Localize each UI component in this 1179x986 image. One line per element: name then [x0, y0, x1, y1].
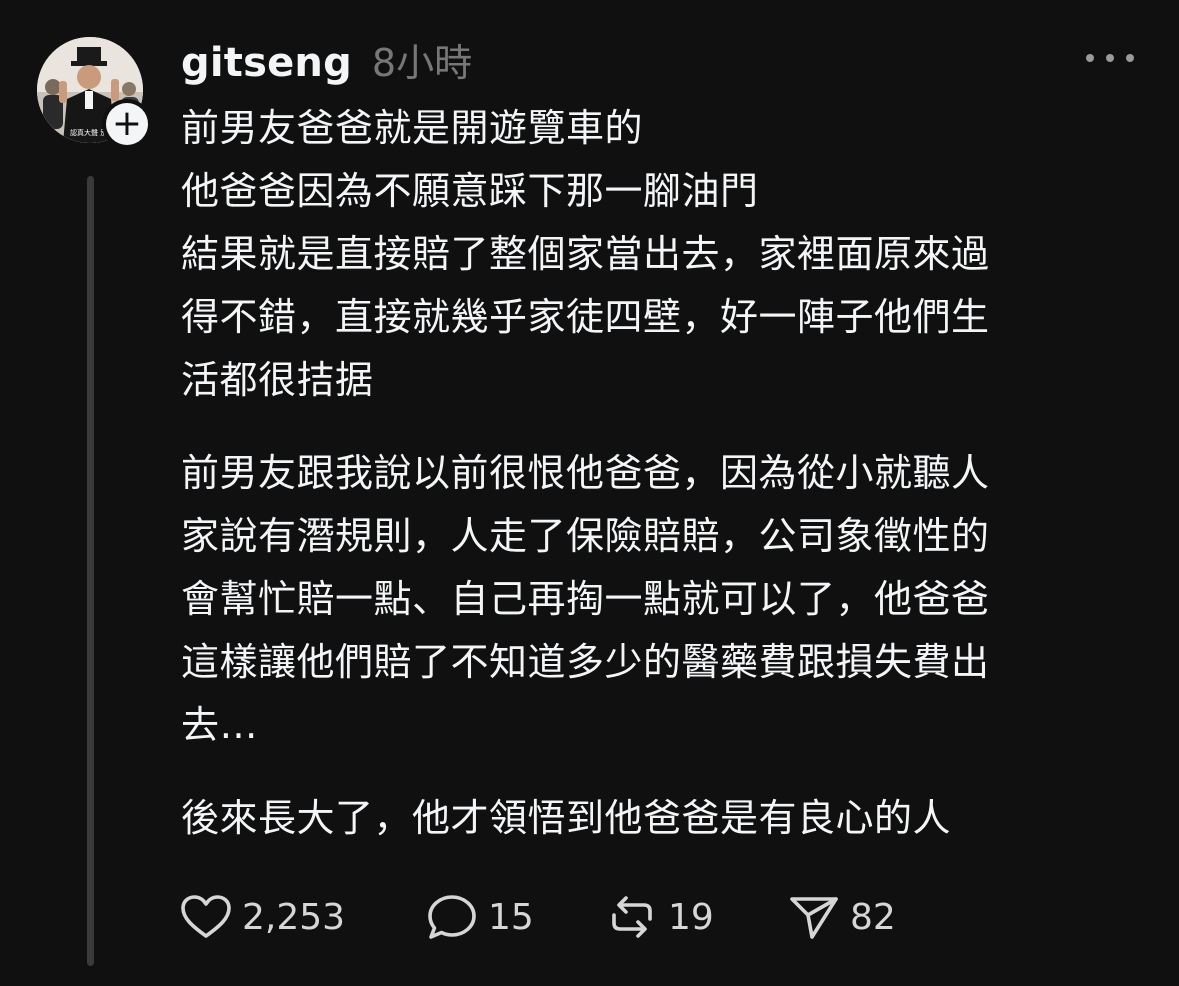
paragraph: 前男友爸爸就是開遊覽車的 他爸爸因為不願意踩下那一腳油門 結果就是直接賠了整個家…	[181, 97, 1136, 412]
reply-button[interactable]: 15	[426, 893, 606, 941]
repost-count: 19	[668, 896, 714, 938]
text-line: 前男友跟我說以前很恨他爸爸，因為從小就聽人	[181, 451, 990, 495]
repost-arrows-icon	[612, 896, 652, 938]
heart-icon	[181, 895, 231, 938]
speech-bubble-icon	[428, 895, 476, 939]
post-body: 前男友爸爸就是開遊覽車的 他爸爸因為不願意踩下那一腳油門 結果就是直接賠了整個家…	[181, 97, 1136, 850]
paragraph: 後來長大了，他才領悟到他爸爸是有良心的人	[181, 787, 1136, 850]
paper-plane-icon	[790, 897, 838, 939]
plus-icon: +	[106, 103, 148, 145]
text-line: 去…	[181, 703, 259, 747]
username[interactable]: gitseng	[181, 40, 352, 86]
more-dots-icon[interactable]	[1086, 44, 1134, 72]
dot	[1086, 54, 1094, 62]
text-line: 他爸爸因為不願意踩下那一腳油門	[181, 169, 759, 213]
like-button[interactable]: 2,253	[180, 894, 426, 940]
text-line: 得不錯，直接就幾乎家徒四壁，好一陣子他們生	[181, 295, 990, 339]
text-line: 活都很拮据	[181, 358, 374, 402]
post-header: gitseng 8小時	[181, 32, 472, 88]
text-line: 前男友爸爸就是開遊覽車的	[181, 106, 644, 150]
repost-button[interactable]: 19	[606, 893, 788, 941]
share-button[interactable]: 82	[788, 893, 908, 941]
dot	[1106, 54, 1114, 62]
timestamp: 8小時	[371, 41, 473, 85]
paragraph: 前男友跟我說以前很恨他爸爸，因為從小就聽人 家說有潛規則，人走了保險賠賠，公司象…	[181, 442, 1136, 757]
text-line: 後來長大了，他才領悟到他爸爸是有良心的人	[181, 796, 952, 840]
text-line: 結果就是直接賠了整個家當出去，家裡面原來過	[181, 232, 990, 276]
share-count: 82	[850, 896, 896, 938]
reply-count: 15	[488, 896, 534, 938]
text-line: 會幫忙賠一點、自己再掏一點就可以了，他爸爸	[181, 577, 990, 621]
follow-button[interactable]: +	[102, 99, 152, 149]
dot	[1126, 54, 1134, 62]
thread-line	[87, 176, 94, 966]
thread-post: 認真大聲 別! + gitseng 8小時 前男友爸爸就是開遊覽車的 他爸爸因為…	[0, 0, 1179, 986]
text-line: 家說有潛規則，人走了保險賠賠，公司象徵性的	[181, 514, 990, 558]
like-count: 2,253	[242, 896, 346, 938]
action-bar: 2,253 15 19 82	[180, 887, 908, 947]
text-line: 這樣讓他們賠了不知道多少的醫藥費跟損失費出	[181, 640, 990, 684]
